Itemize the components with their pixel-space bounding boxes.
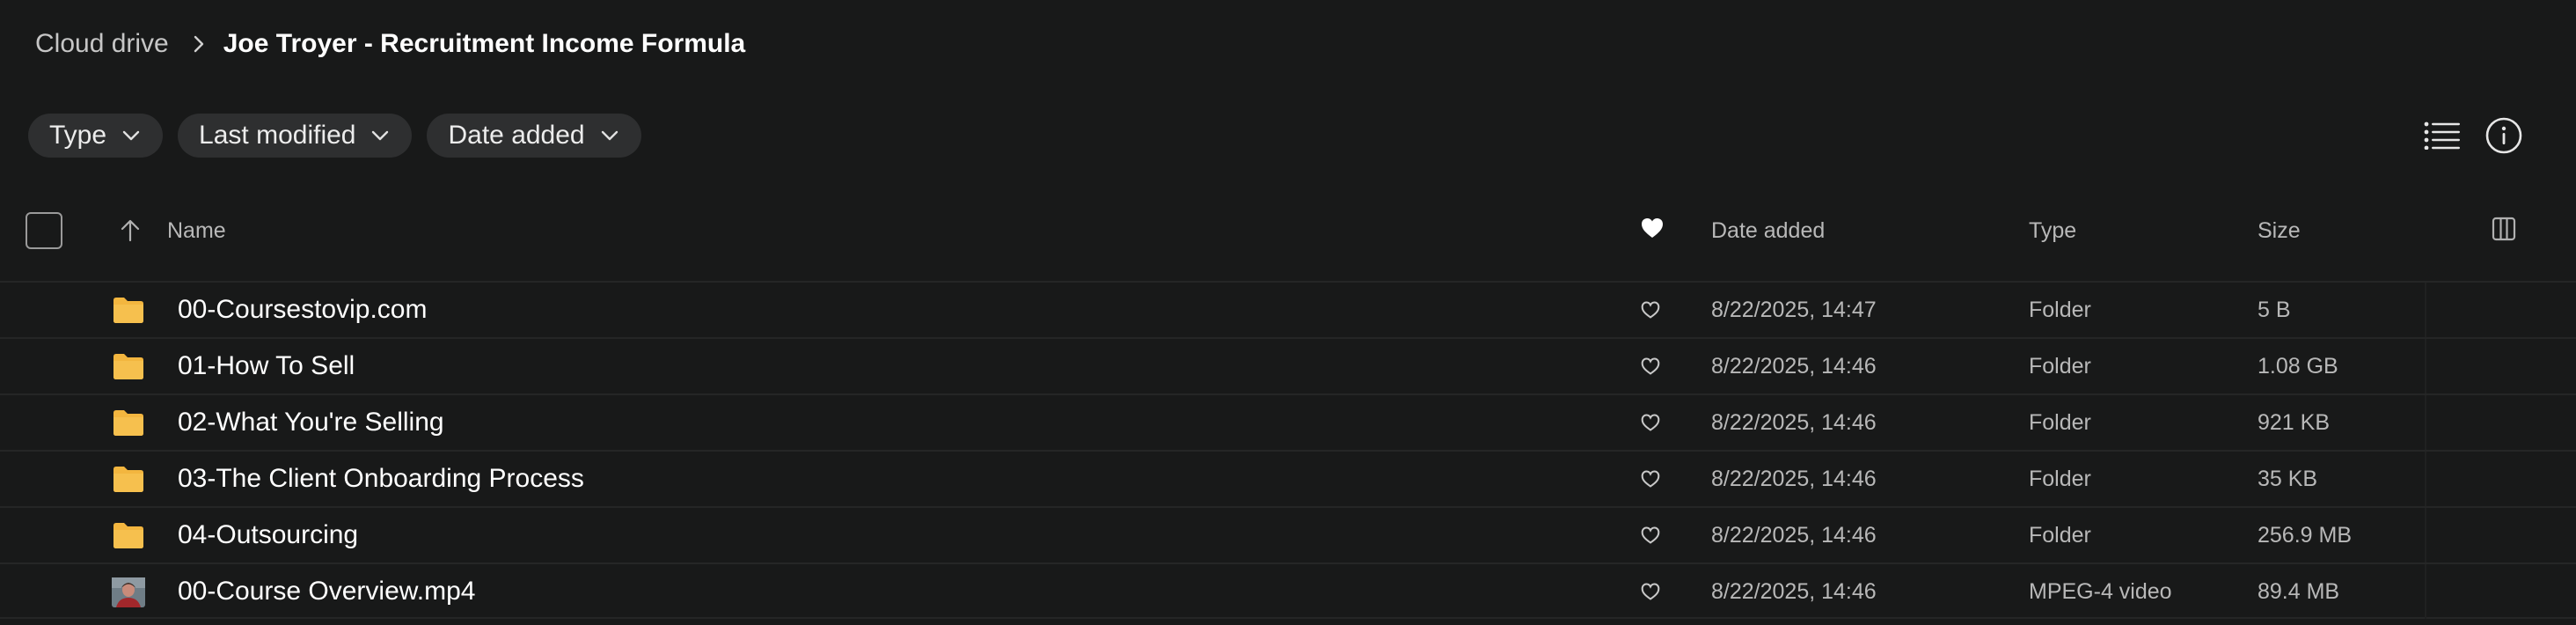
table-row[interactable]: 04-Outsourcing 8/22/2025, 14:46 Folder 2…	[0, 506, 2576, 562]
filter-label: Last modified	[199, 121, 356, 150]
chevron-down-icon	[372, 130, 389, 141]
date-added-cell: 8/22/2025, 14:46	[1711, 467, 1877, 491]
breadcrumb-current-folder: Joe Troyer - Recruitment Income Formula	[223, 29, 746, 58]
folder-icon	[112, 296, 145, 328]
breadcrumb: Cloud drive Joe Troyer - Recruitment Inc…	[35, 25, 745, 63]
sort-ascending-icon[interactable]	[120, 219, 141, 246]
heart-outline-icon[interactable]	[1640, 357, 1661, 380]
heart-filled-icon[interactable]	[1640, 217, 1665, 246]
date-added-cell: 8/22/2025, 14:46	[1711, 410, 1877, 435]
chevron-down-icon	[122, 130, 140, 141]
size-cell: 1.08 GB	[2258, 354, 2338, 379]
filter-label: Type	[49, 121, 107, 150]
row-divider	[2425, 508, 2426, 562]
table-row[interactable]: 01-How To Sell 8/22/2025, 14:46 Folder 1…	[0, 337, 2576, 393]
heart-outline-icon[interactable]	[1640, 469, 1661, 493]
row-divider	[2425, 452, 2426, 506]
file-name[interactable]: 01-How To Sell	[178, 351, 355, 381]
type-cell: Folder	[2029, 467, 2091, 491]
heart-outline-icon[interactable]	[1640, 413, 1661, 437]
info-icon[interactable]	[2479, 111, 2528, 160]
column-header-name[interactable]: Name	[167, 218, 226, 244]
row-divider	[2425, 339, 2426, 393]
date-added-cell: 8/22/2025, 14:46	[1711, 354, 1877, 379]
column-header-size[interactable]: Size	[2258, 218, 2301, 244]
size-cell: 256.9 MB	[2258, 523, 2353, 548]
select-all-checkbox[interactable]	[26, 212, 62, 249]
type-cell: Folder	[2029, 523, 2091, 548]
type-cell: Folder	[2029, 298, 2091, 322]
row-divider	[2425, 395, 2426, 450]
table-row[interactable]: 00-Coursestovip.com 8/22/2025, 14:47 Fol…	[0, 281, 2576, 337]
filter-bar: Type Last modified Date added	[28, 114, 641, 158]
column-header-date-added[interactable]: Date added	[1711, 218, 1825, 244]
type-cell: Folder	[2029, 354, 2091, 379]
chevron-down-icon	[601, 130, 618, 141]
folder-icon	[112, 521, 145, 554]
file-name[interactable]: 00-Coursestovip.com	[178, 295, 427, 325]
table-row[interactable]: 00-Course Overview.mp4 8/22/2025, 14:46 …	[0, 562, 2576, 619]
list-view-icon[interactable]	[2418, 111, 2467, 160]
file-name[interactable]: 04-Outsourcing	[178, 520, 358, 550]
breadcrumb-root-link[interactable]: Cloud drive	[35, 29, 169, 59]
size-cell: 921 KB	[2258, 410, 2331, 435]
video-thumbnail	[112, 577, 145, 612]
filter-type-dropdown[interactable]: Type	[28, 114, 164, 158]
heart-outline-icon[interactable]	[1640, 582, 1661, 606]
column-header-type[interactable]: Type	[2029, 218, 2076, 244]
folder-icon	[112, 352, 145, 385]
heart-outline-icon[interactable]	[1640, 526, 1661, 549]
date-added-cell: 8/22/2025, 14:47	[1711, 298, 1877, 322]
folder-icon	[112, 408, 145, 441]
heart-outline-icon[interactable]	[1640, 300, 1661, 324]
date-added-cell: 8/22/2025, 14:46	[1711, 523, 1877, 548]
type-cell: MPEG-4 video	[2029, 579, 2172, 604]
size-cell: 35 KB	[2258, 467, 2318, 491]
filter-label: Date added	[448, 121, 585, 150]
filter-date-added-dropdown[interactable]: Date added	[427, 114, 641, 158]
table-row[interactable]: 03-The Client Onboarding Process 8/22/20…	[0, 450, 2576, 506]
filter-last-modified-dropdown[interactable]: Last modified	[178, 114, 413, 158]
file-name[interactable]: 02-What You're Selling	[178, 408, 444, 438]
table-row[interactable]: 02-What You're Selling 8/22/2025, 14:46 …	[0, 393, 2576, 450]
type-cell: Folder	[2029, 410, 2091, 435]
file-name[interactable]: 00-Course Overview.mp4	[178, 577, 475, 607]
size-cell: 5 B	[2258, 298, 2291, 322]
file-name[interactable]: 03-The Client Onboarding Process	[178, 464, 584, 494]
size-cell: 89.4 MB	[2258, 579, 2340, 604]
folder-icon	[112, 465, 145, 497]
file-list: 00-Coursestovip.com 8/22/2025, 14:47 Fol…	[0, 281, 2576, 619]
column-settings-icon[interactable]	[2492, 217, 2516, 246]
table-header: Name Date added Type Size	[0, 202, 2576, 282]
cloud-drive-page: Cloud drive Joe Troyer - Recruitment Inc…	[0, 0, 2576, 625]
row-divider	[2425, 283, 2426, 337]
row-divider	[2425, 564, 2426, 619]
chevron-right-icon	[194, 35, 204, 53]
date-added-cell: 8/22/2025, 14:46	[1711, 579, 1877, 604]
